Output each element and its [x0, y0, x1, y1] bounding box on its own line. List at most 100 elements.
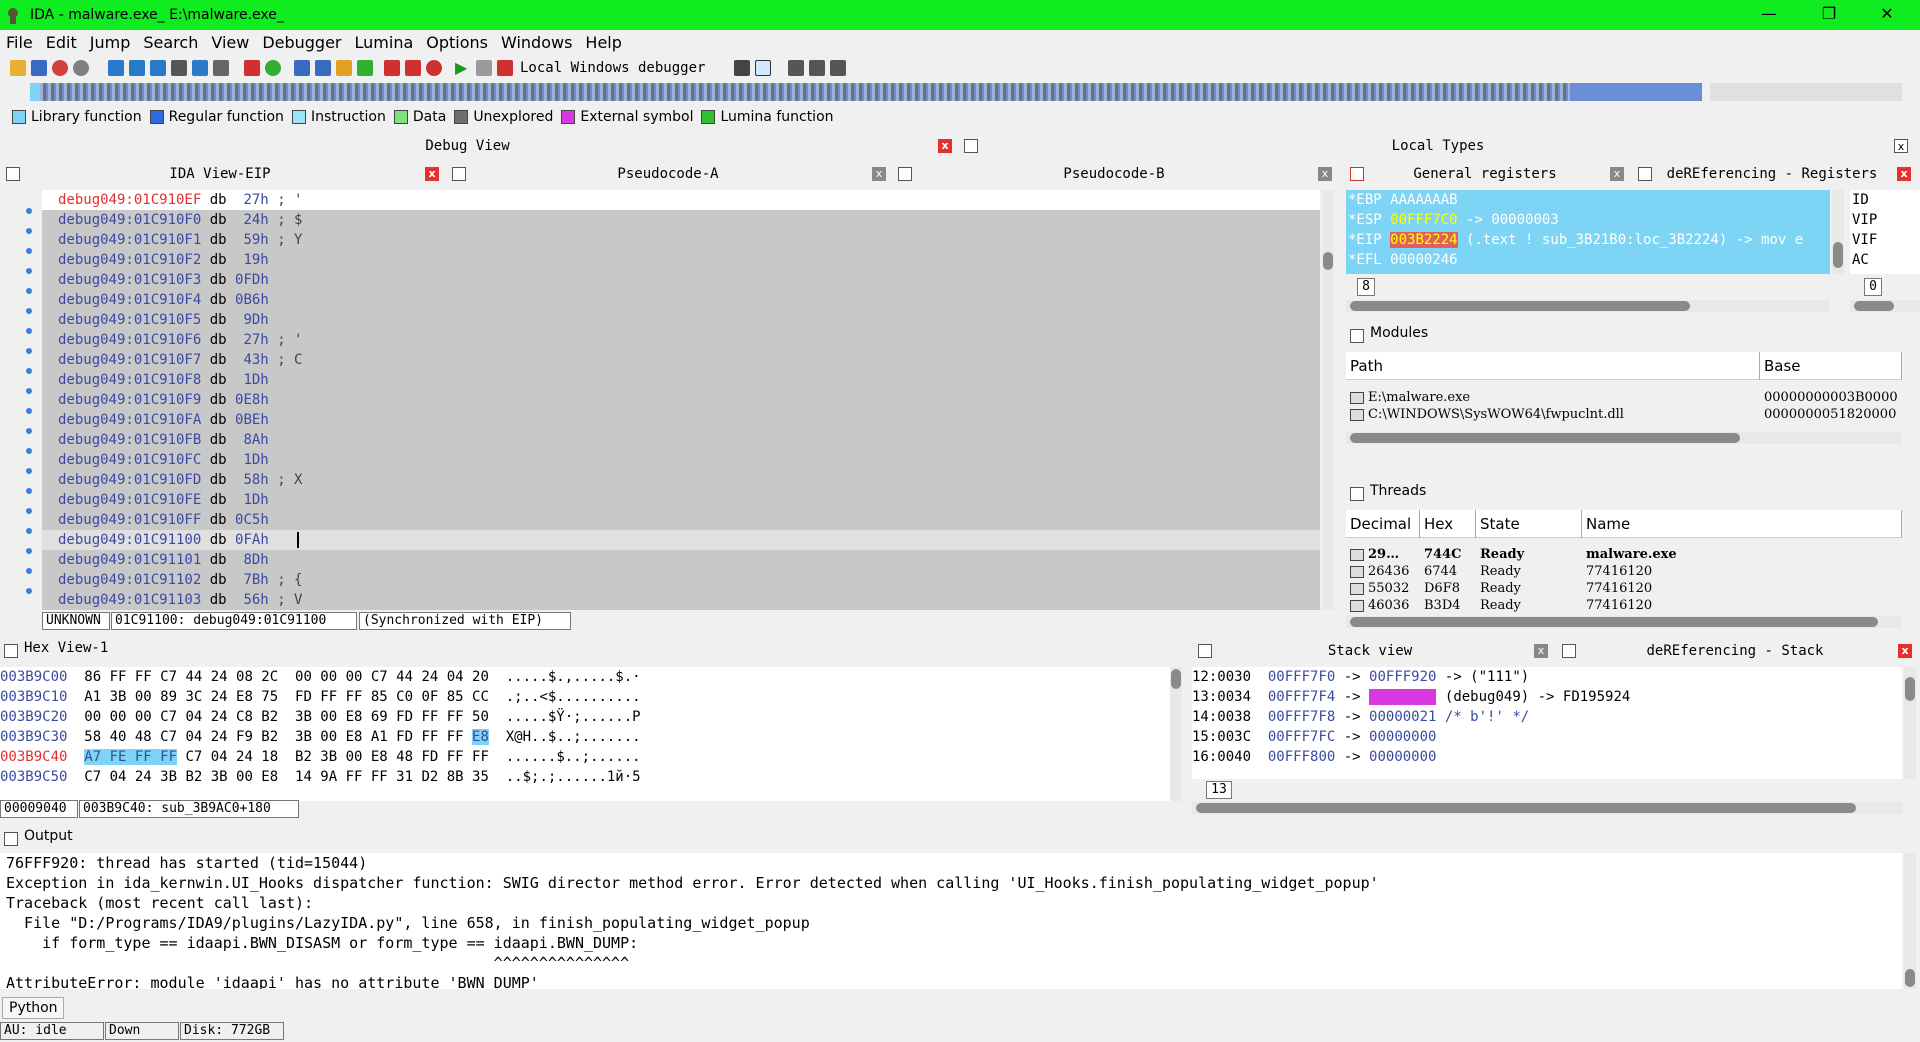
threads-col-state[interactable]: State	[1476, 510, 1582, 538]
register-row[interactable]: *ESP 00FFF7C0 -> 00000003	[1346, 210, 1830, 230]
threads-hscroll[interactable]	[1346, 616, 1902, 628]
hex-scrollbar[interactable]	[1170, 667, 1182, 801]
threads-col-hex[interactable]: Hex	[1420, 510, 1476, 538]
flag-row[interactable]: ID	[1850, 190, 1920, 210]
data-icon[interactable]	[129, 60, 145, 76]
breakpoint-icon[interactable]	[426, 60, 442, 76]
float-icon[interactable]	[964, 139, 978, 153]
hex-row[interactable]: 003B9C50 C7 04 24 3B B2 3B 00 E8 14 9A F…	[0, 767, 1170, 787]
graph-icon[interactable]	[244, 60, 260, 76]
stack-row[interactable]: 16:0040 00FFF800 -> 00000000	[1192, 747, 1902, 767]
disasm-line[interactable]: debug049:01C910FF db 0C5h	[42, 510, 1320, 530]
string-icon[interactable]	[150, 60, 166, 76]
threads-col-name[interactable]: Name	[1582, 510, 1902, 538]
save-icon[interactable]	[31, 60, 47, 76]
close-local-types-button[interactable]: x	[1894, 139, 1908, 153]
restore-button[interactable]: ❐	[1800, 0, 1858, 30]
module-row[interactable]: E:\malware.exe 00000000003B0000	[1350, 389, 1902, 406]
register-row[interactable]: *EBP AAAAAAAB	[1346, 190, 1830, 210]
proximity-icon[interactable]	[265, 60, 281, 76]
menu-windows[interactable]: Windows	[501, 33, 572, 52]
function-icon[interactable]	[294, 60, 310, 76]
flags-list[interactable]: ID VIP VIF AC	[1850, 190, 1920, 274]
menu-debugger[interactable]: Debugger	[262, 33, 341, 52]
disasm-line[interactable]: debug049:01C910F7 db 43h ; C	[42, 350, 1320, 370]
breakpoint-list-icon[interactable]	[384, 60, 400, 76]
hex-row[interactable]: 003B9C10 A1 3B 00 89 3C 24 E8 75 FD FF F…	[0, 687, 1170, 707]
stop-icon[interactable]	[497, 60, 513, 76]
jump-icon[interactable]	[192, 60, 208, 76]
disasm-line[interactable]: debug049:01C910FC db 1Dh	[42, 450, 1320, 470]
stack-row[interactable]: 14:0038 00FFF7F8 -> 00000021 /* b'!' */	[1192, 707, 1902, 727]
menu-view[interactable]: View	[211, 33, 249, 52]
tab-ida-view-eip[interactable]: IDA View-EIP	[20, 163, 420, 185]
disasm-line[interactable]: debug049:01C910F9 db 0E8h	[42, 390, 1320, 410]
navigation-band[interactable]	[30, 83, 1702, 101]
registers-scrollbar[interactable]	[1832, 190, 1844, 274]
close-ida-view-button[interactable]: x	[425, 167, 439, 181]
trace-icon[interactable]	[405, 60, 421, 76]
color-icon[interactable]	[357, 60, 373, 76]
close-general-registers-button[interactable]: x	[1610, 167, 1624, 181]
menu-lumina[interactable]: Lumina	[355, 33, 414, 52]
stack-row[interactable]: 13:0034 00FFF7F4 -> 01C91100 (debug049) …	[1192, 687, 1902, 707]
register-row[interactable]: *EIP 003B2224 (.text ! sub_3B21B0:loc_3B…	[1346, 230, 1830, 250]
indent-icon[interactable]	[809, 60, 826, 76]
disasm-scrollbar[interactable]	[1322, 190, 1334, 610]
modules-hscroll[interactable]	[1346, 432, 1902, 444]
tab-pseudocode-a[interactable]: Pseudocode-A	[468, 163, 868, 185]
menu-jump[interactable]: Jump	[90, 33, 131, 52]
hex-row[interactable]: 003B9C20 00 00 00 C7 04 24 C8 B2 3B 00 E…	[0, 707, 1170, 727]
hex-dump[interactable]: 003B9C00 86 FF FF C7 44 24 08 2C 00 00 0…	[0, 667, 1170, 801]
stack-list[interactable]: 12:0030 00FFF7F0 -> 00FFF920 -> ("111") …	[1192, 667, 1902, 779]
close-pseudocode-a-button[interactable]: x	[872, 167, 886, 181]
disasm-line[interactable]: debug049:01C910FD db 58h ; X	[42, 470, 1320, 490]
array-icon[interactable]	[171, 60, 187, 76]
stack-scrollbar[interactable]	[1904, 667, 1916, 779]
xref-icon[interactable]	[336, 60, 352, 76]
minimize-button[interactable]: —	[1740, 0, 1798, 30]
close-window-button[interactable]: ✕	[1858, 0, 1916, 30]
menu-file[interactable]: File	[6, 33, 33, 52]
hex-row[interactable]: 003B9C00 86 FF FF C7 44 24 08 2C 00 00 0…	[0, 667, 1170, 687]
disasm-line[interactable]: debug049:01C910F3 db 0FDh	[42, 270, 1320, 290]
close-deref-stack-button[interactable]: x	[1898, 644, 1912, 658]
c-icon[interactable]	[755, 60, 772, 76]
flag-row[interactable]: AC	[1850, 250, 1920, 270]
disasm-line[interactable]: debug049:01C910FB db 8Ah	[42, 430, 1320, 450]
general-registers-list[interactable]: *EBP AAAAAAAB *ESP 00FFF7C0 -> 00000003 …	[1346, 190, 1830, 274]
navigation-band-overview[interactable]	[1710, 83, 1902, 101]
disasm-line[interactable]: debug049:01C910F5 db 9Dh	[42, 310, 1320, 330]
disasm-line-current[interactable]: debug049:01C91100 db 0FAh	[42, 530, 1320, 550]
disassembly-listing[interactable]: debug049:01C910EF db 27h ; ' debug049:01…	[42, 190, 1320, 610]
disasm-line[interactable]: debug049:01C910F6 db 27h ; '	[42, 330, 1320, 350]
flag-row[interactable]: VIF	[1850, 230, 1920, 250]
thread-row[interactable]: 29… 744C Ready malware.exe	[1350, 546, 1890, 563]
disasm-line[interactable]: debug049:01C91102 db 7Bh ; {	[42, 570, 1320, 590]
tab-deref-stack[interactable]: deREferencing - Stack	[1578, 640, 1892, 662]
module-row[interactable]: C:\WINDOWS\SysWOW64\fwpuclnt.dll 00000000…	[1350, 406, 1902, 423]
disasm-line[interactable]: debug049:01C910F0 db 24h ; $	[42, 210, 1320, 230]
hex-row[interactable]: 003B9C30 58 40 48 C7 04 24 F9 B2 3B 00 E…	[0, 727, 1170, 747]
debugger-select[interactable]: Local Windows debugger	[520, 60, 705, 76]
disasm-line[interactable]: debug049:01C910FA db 0BEh	[42, 410, 1320, 430]
tab-stack-view[interactable]: Stack view	[1214, 640, 1526, 662]
cmd-icon[interactable]	[734, 60, 751, 76]
hex-row-current[interactable]: 003B9C40 A7 FE FF FF C7 04 24 18 B2 3B 0…	[0, 747, 1170, 767]
registers-hscroll[interactable]	[1346, 300, 1830, 312]
struct-icon[interactable]	[315, 60, 331, 76]
output-scrollbar[interactable]	[1904, 853, 1916, 989]
text-search-icon[interactable]	[213, 60, 229, 76]
flag-row[interactable]: VIP	[1850, 210, 1920, 230]
threads-col-decimal[interactable]: Decimal	[1346, 510, 1420, 538]
outdent-icon[interactable]	[830, 60, 847, 76]
thread-row[interactable]: 55032 D6F8 Ready 77416120	[1350, 580, 1890, 597]
menu-options[interactable]: Options	[426, 33, 488, 52]
disasm-line[interactable]: debug049:01C910F8 db 1Dh	[42, 370, 1320, 390]
output-window[interactable]: 76FFF920: thread has started (tid=15044)…	[0, 853, 1902, 989]
pause-icon[interactable]	[476, 60, 492, 76]
tab-general-registers[interactable]: General registers	[1366, 163, 1604, 185]
menu-help[interactable]: Help	[585, 33, 621, 52]
thread-row[interactable]: 46036 B3D4 Ready 77416120	[1350, 597, 1890, 614]
stack-row[interactable]: 15:003C 00FFF7FC -> 00000000	[1192, 727, 1902, 747]
